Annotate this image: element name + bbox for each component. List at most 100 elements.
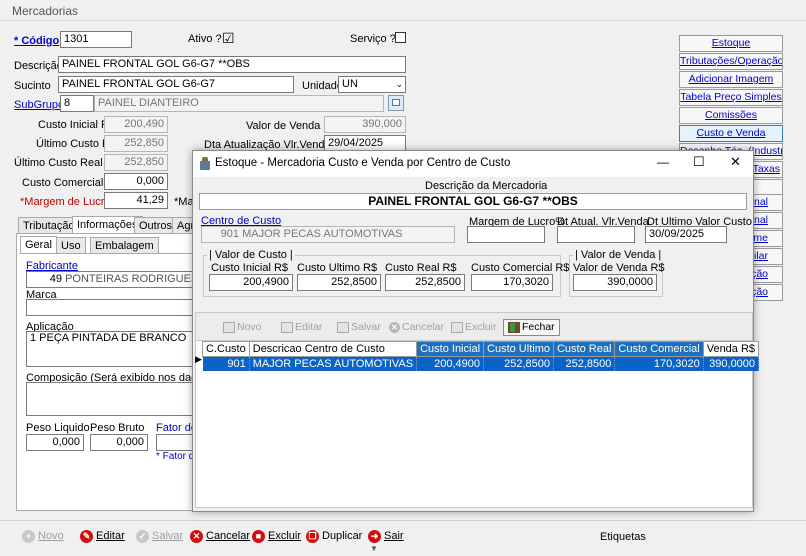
cell-venda: 390,0000 <box>703 356 760 371</box>
fabricante-field[interactable]: 49 PONTEIRAS RODRIGUES <box>26 271 194 288</box>
save-icon <box>337 322 349 333</box>
custo-ultimo-input[interactable]: 252,8500 <box>297 274 381 291</box>
codigo-label[interactable]: * Código <box>14 35 59 47</box>
salvar-button[interactable]: ✓ Salvar <box>136 527 183 545</box>
excluir-button[interactable]: ■ Excluir <box>252 527 301 545</box>
adicionar-imagem-button[interactable]: Adicionar Imagem <box>679 71 783 88</box>
estoque-button[interactable]: Estoque <box>679 35 783 52</box>
unidade-value: UN <box>342 78 358 90</box>
cancel-icon: ✕ <box>190 529 203 543</box>
sucinto-input[interactable]: PAINEL FRONTAL GOL G6-G7 <box>58 76 294 93</box>
dialog-titlebar: Estoque - Mercadoria Custo e Venda por C… <box>193 151 753 177</box>
margem-label-truncated: *Ma <box>174 196 194 208</box>
peso-bruto-label: Peso Bruto <box>90 422 145 434</box>
cancelar-button[interactable]: ✕ Cancelar <box>190 527 250 545</box>
descricao-input[interactable]: PAINEL FRONTAL GOL G6-G7 **OBS <box>58 56 406 73</box>
custo-comercial-label: Custo Comercial R$ <box>471 262 570 274</box>
valor-venda-field: 390,000 <box>324 116 406 133</box>
check-icon: ✓ <box>136 529 149 543</box>
trash-icon: ■ <box>252 529 265 543</box>
peso-liquido-label: Peso Liquido <box>26 422 90 434</box>
dt-atual-input[interactable] <box>557 226 635 243</box>
custo-real-input[interactable]: 252,8500 <box>385 274 465 291</box>
subgrupo-lookup-icon[interactable] <box>388 95 404 111</box>
fator-input[interactable] <box>156 434 194 451</box>
margem-lucro-input[interactable] <box>467 226 545 243</box>
col-venda[interactable]: Venda R$ <box>702 341 760 357</box>
subtab-geral[interactable]: Geral <box>20 236 57 254</box>
ultimo-custo-field: 252,850 <box>104 135 168 152</box>
custo-e-venda-button[interactable]: Custo e Venda <box>679 125 783 142</box>
subtab-embalagem[interactable]: Embalagem <box>90 237 159 254</box>
tab-tributacao[interactable]: Tributação <box>18 217 80 234</box>
comissoes-button[interactable]: Comissões <box>679 107 783 124</box>
novo-button[interactable]: + Novo <box>22 527 64 545</box>
tab-agr[interactable]: Agr <box>172 217 194 234</box>
tab-informacoes[interactable]: Informações <box>72 216 143 234</box>
descricao-mercadoria-label: Descrição da Mercadoria <box>425 180 548 192</box>
custo-real-label: Custo Real R$ <box>385 262 457 274</box>
aplicacao-textarea[interactable]: 1 PEÇA PINTADA DE BRANCO <box>26 331 194 367</box>
edit-icon: ✎ <box>80 529 93 543</box>
tributacoes-operacao-button[interactable]: Tributações/Operação <box>679 53 783 70</box>
valor-custo-title: | Valor de Custo | <box>207 249 295 261</box>
custo-ultimo-label: Custo Ultimo R$ <box>297 262 378 274</box>
dt-ultimo-input[interactable]: 30/09/2025 <box>645 226 727 243</box>
col-descricao[interactable]: Descricao Centro de Custo <box>248 341 418 357</box>
unidade-label: Unidade <box>302 80 343 92</box>
custo-inicial-input[interactable]: 200,4900 <box>209 274 293 291</box>
subgrupo-code-input[interactable]: 8 <box>60 95 94 112</box>
col-custo-comercial[interactable]: Custo Comercial <box>614 341 704 357</box>
sair-button[interactable]: ➜ Sair <box>368 527 404 545</box>
cell-ccusto: 901 <box>202 356 250 371</box>
col-custo-real[interactable]: Custo Real <box>552 341 616 357</box>
custo-comercial-input[interactable]: 170,3020 <box>471 274 553 291</box>
peso-liquido-input[interactable]: 0,000 <box>26 434 84 451</box>
maximize-button[interactable]: ☐ <box>693 154 705 170</box>
dialog-cancelar-button[interactable]: ✕ Cancelar <box>389 319 444 336</box>
unidade-select[interactable]: UN ⌄ <box>338 76 406 93</box>
window-title: Mercadorias <box>12 4 79 18</box>
exit-door-icon <box>508 322 520 333</box>
composicao-textarea[interactable] <box>26 382 194 416</box>
cell-custo-comercial: 170,3020 <box>614 356 704 371</box>
custo-venda-dialog: Estoque - Mercadoria Custo e Venda por C… <box>192 150 760 512</box>
edit-icon <box>281 322 293 333</box>
etiquetas-label[interactable]: Etiquetas <box>600 531 646 543</box>
tab-outros[interactable]: Outros <box>134 217 178 234</box>
dialog-title: Estoque - Mercadoria Custo e Venda por C… <box>215 157 511 169</box>
col-custo-ultimo[interactable]: Custo Ultimo <box>483 341 554 357</box>
duplicar-button[interactable]: ❐ Duplicar <box>306 527 362 545</box>
custo-comercial-input[interactable]: 0,000 <box>104 173 168 190</box>
sucinto-label: Sucinto <box>14 80 51 92</box>
ativo-checkbox[interactable]: ☑ <box>222 30 235 47</box>
duplicate-icon: ❐ <box>306 529 319 543</box>
dialog-fechar-button[interactable]: Fechar <box>503 319 560 336</box>
title-divider <box>0 20 806 21</box>
custo-inicial-field: 200,490 <box>104 116 168 133</box>
editar-button[interactable]: ✎ Editar <box>80 527 125 545</box>
valor-venda-input[interactable]: 390,0000 <box>573 274 657 291</box>
dialog-excluir-button[interactable]: Excluir <box>451 319 497 336</box>
dialog-editar-button[interactable]: Editar <box>281 319 322 336</box>
subgrupo-label[interactable]: SubGrupo <box>14 99 64 111</box>
margem-input[interactable]: 41,29 <box>104 192 168 209</box>
app-icon <box>200 157 210 170</box>
servico-label: Serviço ? <box>350 33 396 45</box>
col-ccusto[interactable]: C.Custo <box>202 341 250 357</box>
centro-custo-table: C.Custo Descricao Centro de Custo Custo … <box>202 341 760 371</box>
table-row[interactable]: 901 MAJOR PECAS AUTOMOTIVAS 200,4900 252… <box>202 356 760 371</box>
tabela-preco-simples-button[interactable]: Tabela Preço Simples <box>679 89 783 106</box>
dialog-salvar-button[interactable]: Salvar <box>337 319 381 336</box>
codigo-input[interactable]: 1301 <box>60 31 132 48</box>
servico-checkbox[interactable] <box>395 32 406 43</box>
subtab-uso[interactable]: Uso <box>56 237 86 254</box>
col-custo-inicial[interactable]: Custo Inicial <box>416 341 485 357</box>
peso-bruto-input[interactable]: 0,000 <box>90 434 148 451</box>
fabricante-name: PONTEIRAS RODRIGUES <box>65 273 194 285</box>
ativo-label: Ativo ? <box>188 33 222 45</box>
close-button[interactable]: ✕ <box>730 154 741 170</box>
marca-input[interactable] <box>26 299 194 316</box>
dialog-novo-button[interactable]: Novo <box>223 319 262 336</box>
minimize-button[interactable]: — <box>657 155 669 169</box>
